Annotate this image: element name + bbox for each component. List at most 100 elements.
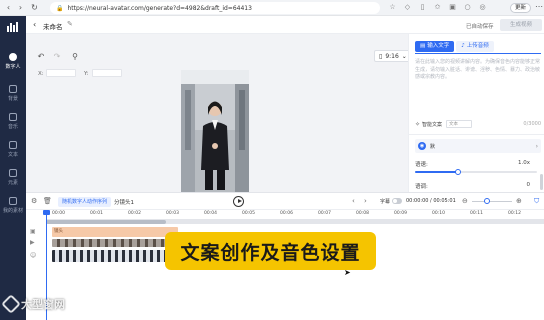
sidebar-item-my-assets[interactable]: 我的素材: [0, 192, 26, 218]
background-track-clip[interactable]: 镜头: [52, 227, 178, 237]
document-title[interactable]: 未命名: [43, 21, 63, 31]
scene-label[interactable]: 分镜头1: [114, 198, 134, 206]
address-bar[interactable]: 🔒 https://neural-avatar.com/generate?d=4…: [50, 2, 380, 14]
more-menu-icon[interactable]: ⋯: [535, 2, 543, 11]
divider: [409, 134, 544, 135]
smart-copy-select[interactable]: 文本: [446, 120, 473, 128]
timeline-ruler: 00:00 00:01 00:02 00:03 00:04 00:05 00:06 00:07…: [46, 210, 544, 220]
smart-copy-label[interactable]: 智能文案: [422, 121, 442, 128]
script-panel: ▤ 输入文字 ♪ 上传音频 请在此输入您的视频讲解内容。为确保音色内容能够正常生…: [408, 34, 544, 192]
back-icon[interactable]: ‹: [33, 20, 36, 29]
magic-icon: ✧: [415, 120, 421, 128]
redo-icon[interactable]: ↷: [52, 52, 62, 62]
sidebar-item-element[interactable]: 元素: [0, 164, 26, 190]
ruler-tick-label: 00:05: [242, 211, 255, 216]
edit-title-icon[interactable]: ✎: [67, 20, 73, 28]
ruler-tick-label: 00:02: [128, 211, 141, 216]
copilot-icon[interactable]: ◎: [478, 3, 487, 12]
tab-input-text[interactable]: ▤ 输入文字: [415, 41, 455, 52]
speed-label: 语速:: [415, 162, 428, 168]
url-text: https://neural-avatar.com/generate?d=498…: [67, 4, 252, 12]
video-track-icon: ▶: [30, 239, 35, 246]
ruler-tick-label: 00:03: [166, 211, 179, 216]
extension-icon[interactable]: ◇: [403, 3, 412, 12]
prev-icon[interactable]: ‹: [352, 197, 355, 205]
speed-slider[interactable]: [415, 169, 537, 175]
x-label: X:: [38, 71, 44, 77]
timeline-scrollbar[interactable]: [46, 220, 544, 224]
sidebar-item-label: 元素: [7, 179, 18, 186]
ruler-tick-label: 00:06: [280, 211, 293, 216]
ruler-tick-label: 00:10: [432, 211, 445, 216]
forward-arrow-icon[interactable]: ›: [16, 3, 25, 12]
subtitle-toggle[interactable]: [392, 198, 402, 204]
undo-icon[interactable]: ↶: [36, 52, 46, 62]
aspect-ratio-select[interactable]: ▯ 9:16 ⌄: [374, 50, 412, 62]
canvas-area: ↶ ↷ ⚲ X: Y: ▯ 9:16 ⌄: [26, 34, 412, 192]
music-icon: [9, 112, 17, 121]
image-track-icon: ▣: [30, 228, 36, 235]
ruler-tick-label: 00:01: [90, 211, 103, 216]
y-coordinate-input[interactable]: [92, 69, 122, 77]
panel-scrollbar[interactable]: [540, 174, 543, 190]
playhead-handle[interactable]: [43, 210, 50, 215]
zoom-slider[interactable]: [472, 201, 512, 202]
sidebar-item-label: 音乐: [7, 123, 18, 130]
sidebar-item-label: 背景: [7, 95, 18, 102]
tab-underline: [415, 53, 541, 54]
person-adjust-icon[interactable]: ⚲: [70, 52, 80, 62]
play-button[interactable]: [233, 196, 244, 207]
sidebar-item-text[interactable]: 文本: [0, 136, 26, 162]
collections-icon[interactable]: ▣: [448, 3, 457, 12]
tab-label: 输入文字: [427, 43, 450, 49]
sidebar-item-background[interactable]: 背景: [0, 80, 26, 106]
script-textarea[interactable]: 请在此输入您的视频讲解内容。为确保音色内容能够正常生成，请勿输入脏话、诽谤、淫秽…: [415, 59, 541, 111]
delete-icon[interactable]: 🗑: [43, 197, 52, 205]
speed-value: 1.0x: [517, 160, 530, 166]
text-icon: [9, 140, 17, 149]
pitch-label: 语调:: [415, 184, 428, 190]
sidebar-item-label: 数字人: [5, 63, 21, 70]
voice-avatar-icon: ◉: [418, 142, 426, 150]
speed-slider-thumb[interactable]: [454, 169, 461, 175]
random-action-sequence-button[interactable]: 随机数字人动作序列: [58, 197, 112, 207]
profile-icon[interactable]: ○: [463, 3, 472, 12]
star-icon[interactable]: ☆: [388, 3, 397, 12]
smart-copy-row: ✧ 智能文案 文本 0/3000: [415, 118, 541, 130]
caption-text: 文案创作及音色设置: [180, 241, 361, 264]
back-arrow-icon[interactable]: ‹: [4, 3, 13, 12]
tab-upload-audio[interactable]: ♪ 上传音频: [456, 41, 494, 52]
zoom-out-icon[interactable]: ⊖: [462, 197, 468, 205]
watermark: 大型窗网: [1, 294, 65, 314]
sidebar-item-avatar[interactable]: 数字人: [0, 48, 26, 74]
app-logo-icon: [7, 22, 18, 32]
phone-icon: ▯: [379, 52, 383, 60]
ruler-tick-label: 00:11: [470, 211, 483, 216]
ruler-tick-label: 00:12: [508, 211, 521, 216]
avatar-preview[interactable]: [181, 70, 249, 192]
zoom-in-icon[interactable]: ⊕: [516, 197, 522, 205]
y-label: Y:: [84, 71, 89, 77]
caption-banner: 文案创作及音色设置: [165, 232, 376, 270]
sidebar-item-label: 我的素材: [2, 207, 23, 214]
reload-icon[interactable]: ↻: [30, 3, 39, 12]
sidebar-item-music[interactable]: 音乐: [0, 108, 26, 134]
update-button[interactable]: 更新: [510, 3, 532, 13]
chevron-down-icon: ⌄: [401, 52, 407, 60]
split-view-icon[interactable]: ▯: [418, 3, 427, 12]
x-coordinate-input[interactable]: [46, 69, 76, 77]
timeline-settings-icon[interactable]: ⚙: [31, 197, 37, 205]
favorites-icon[interactable]: ✩: [433, 3, 442, 12]
app-root: ‹ › ↻ 🔒 https://neural-avatar.com/genera…: [0, 0, 544, 320]
voice-selector[interactable]: ◉ 默 ›: [415, 139, 541, 153]
ruler-tick-label: 00:04: [204, 211, 217, 216]
autosave-status: 已自动保存: [466, 24, 494, 30]
lock-icon: 🔒: [56, 4, 64, 12]
char-count: 0/3000: [523, 121, 541, 127]
generate-video-button[interactable]: 生成视频: [500, 19, 542, 31]
next-icon[interactable]: ›: [364, 197, 367, 205]
zoom-slider-thumb[interactable]: [484, 198, 490, 204]
fit-icon[interactable]: ⛉: [534, 197, 539, 206]
watermark-logo-icon: [1, 294, 21, 314]
chevron-right-icon: ›: [535, 142, 538, 150]
